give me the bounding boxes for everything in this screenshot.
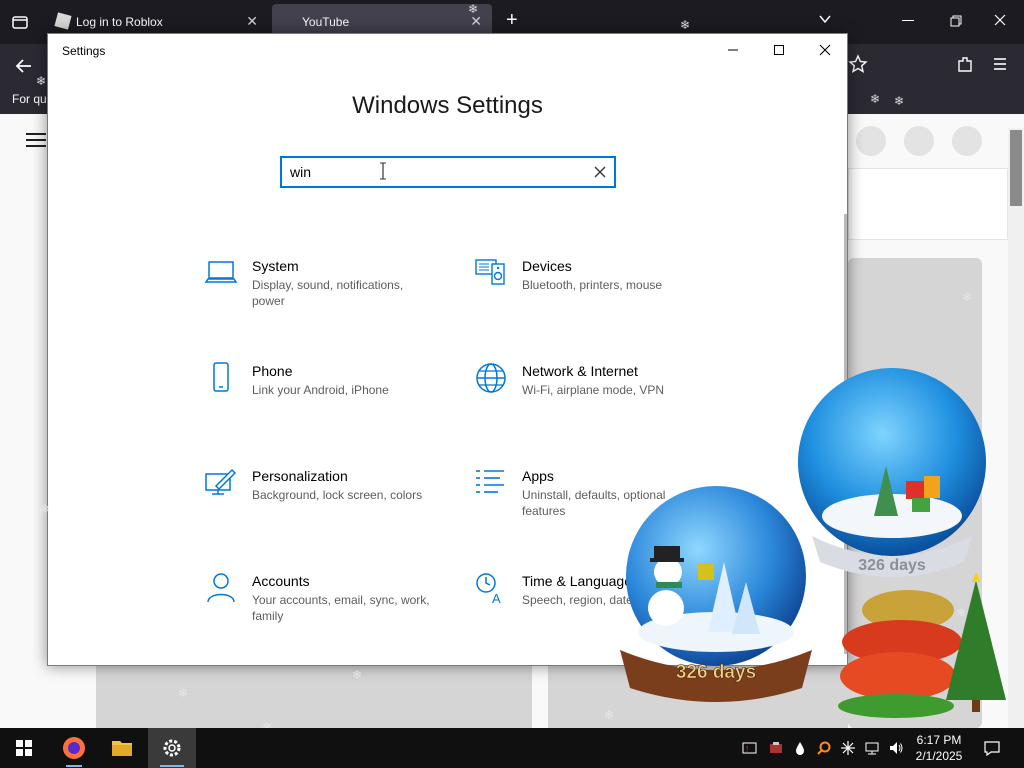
- category-name: Accounts: [252, 573, 310, 589]
- time-language-icon: A: [474, 571, 508, 605]
- category-name: Phone: [252, 363, 293, 379]
- apps-list-icon: [474, 466, 508, 500]
- snowflake-icon: ❄: [962, 290, 973, 304]
- phone-icon: [204, 361, 238, 395]
- roblox-favicon-icon: [54, 12, 72, 30]
- clock-time: 6:17 PM: [916, 733, 962, 747]
- volume-tray-icon[interactable]: [888, 740, 904, 756]
- devices-icon: [474, 256, 508, 290]
- firefox-taskbar-button[interactable]: [50, 728, 98, 768]
- network-tray-icon[interactable]: [864, 740, 880, 756]
- taskbar: ! 6:17 PM 2/1/2025: [0, 728, 1024, 768]
- page-scrollbar-thumb[interactable]: [1010, 130, 1022, 206]
- snowflake-icon: ❄: [870, 92, 881, 106]
- star-icon[interactable]: [848, 54, 868, 74]
- snowflake-icon: ❄: [604, 708, 615, 722]
- tab-roblox-label: Log in to Roblox: [76, 15, 163, 29]
- app-tray-icon[interactable]: [768, 740, 784, 756]
- svg-text:A: A: [492, 591, 501, 605]
- search-tray-icon[interactable]: [816, 740, 832, 756]
- text-cursor-icon: [380, 162, 386, 180]
- minimize-button[interactable]: [710, 34, 756, 66]
- category-accounts[interactable]: Accounts Your accounts, email, sync, wor…: [204, 571, 454, 651]
- hamburger-icon[interactable]: [26, 132, 46, 148]
- settings-window-title: Settings: [62, 44, 106, 58]
- settings-search-input[interactable]: [290, 163, 570, 181]
- person-icon: [204, 571, 238, 605]
- category-name: Devices: [522, 258, 572, 274]
- category-description: Bluetooth, printers, mouse: [522, 278, 663, 292]
- page-title: Windows Settings: [352, 92, 543, 119]
- category-personalization[interactable]: Personalization Background, lock screen,…: [204, 466, 454, 546]
- clear-search-icon[interactable]: [592, 164, 608, 180]
- settings-search-box[interactable]: [280, 156, 616, 188]
- notification-center-icon[interactable]: [984, 740, 1000, 756]
- snowflake-icon: ❄: [956, 606, 967, 620]
- category-phone[interactable]: Phone Link your Android, iPhone: [204, 361, 454, 441]
- snowflake-tray-icon[interactable]: [840, 740, 856, 756]
- category-name: Network & Internet: [522, 363, 638, 379]
- menu-icon[interactable]: [992, 56, 1008, 72]
- category-description: Display, sound, notifications, power: [252, 278, 404, 308]
- category-name: Personalization: [252, 468, 348, 484]
- paint-icon: [204, 466, 238, 500]
- snowflake-icon: ❄: [36, 74, 47, 88]
- category-description: Background, lock screen, colors: [252, 488, 423, 502]
- christmas-tree-decoration: [836, 572, 1024, 720]
- category-description: Wi-Fi, airplane mode, VPN: [522, 383, 665, 397]
- category-network[interactable]: Network & Internet Wi-Fi, airplane mode,…: [474, 361, 724, 441]
- snow-globe-widget-left[interactable]: 326 days: [612, 484, 824, 710]
- settings-taskbar-button[interactable]: [148, 728, 196, 768]
- taskbar-clock[interactable]: 6:17 PM 2/1/2025: [908, 732, 970, 764]
- start-button[interactable]: [0, 728, 48, 768]
- page-chip[interactable]: [856, 126, 886, 156]
- category-description: Link your Android, iPhone: [252, 383, 389, 397]
- snowflake-icon: ❄: [352, 668, 363, 682]
- snowflake-icon: ❄: [468, 2, 479, 16]
- back-arrow-icon[interactable]: [14, 56, 34, 76]
- category-name: System: [252, 258, 299, 274]
- svg-text:!: !: [746, 745, 748, 754]
- page-chip[interactable]: [952, 126, 982, 156]
- category-description: Your accounts, email, sync, work, family: [252, 593, 430, 623]
- close-button[interactable]: [802, 34, 848, 66]
- page-card: [848, 168, 1008, 240]
- browser-close-icon[interactable]: [994, 14, 1006, 26]
- security-tray-icon[interactable]: !: [742, 740, 758, 756]
- settings-title-bar[interactable]: Settings: [48, 34, 847, 66]
- snowflake-icon: ❄: [40, 502, 51, 516]
- globe-left-days-text: 326 days: [676, 662, 756, 683]
- droplet-tray-icon[interactable]: [792, 740, 808, 756]
- category-devices[interactable]: Devices Bluetooth, printers, mouse: [474, 256, 724, 336]
- new-tab-button[interactable]: +: [506, 9, 518, 32]
- close-tab-icon[interactable]: ✕: [246, 13, 258, 30]
- globe-icon: [474, 361, 508, 395]
- browser-minimize-icon[interactable]: [902, 20, 914, 21]
- video-thumbnail[interactable]: [96, 666, 532, 728]
- browser-restore-icon[interactable]: [950, 15, 962, 27]
- tab-list-icon[interactable]: [10, 12, 30, 32]
- clock-date: 2/1/2025: [915, 749, 963, 763]
- snowflake-icon: ❄: [894, 94, 905, 108]
- category-system[interactable]: System Display, sound, notifications, po…: [204, 256, 454, 336]
- chevron-down-icon[interactable]: [818, 12, 832, 26]
- snowflake-icon: ❄: [178, 686, 189, 700]
- file-explorer-taskbar-button[interactable]: [98, 728, 146, 768]
- category-name: Apps: [522, 468, 554, 484]
- extensions-icon[interactable]: [956, 55, 974, 73]
- page-chip[interactable]: [904, 126, 934, 156]
- bookmark-hint-text: For qu: [12, 92, 47, 106]
- snowflake-icon: ❄: [680, 18, 691, 32]
- laptop-icon: [204, 256, 238, 290]
- maximize-button[interactable]: [756, 34, 802, 66]
- tab-youtube-label: YouTube: [302, 15, 350, 29]
